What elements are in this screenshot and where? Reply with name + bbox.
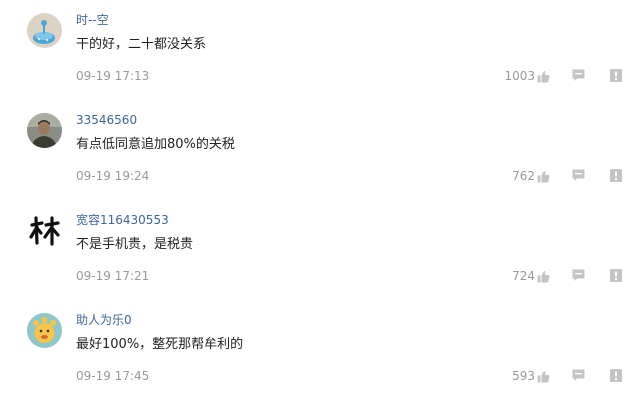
like-button[interactable]: 762: [512, 167, 550, 185]
report-icon[interactable]: [610, 269, 622, 282]
reply-comment-icon[interactable]: [572, 169, 585, 182]
like-count: 1003: [504, 69, 535, 83]
comment-username[interactable]: 33546560: [76, 111, 137, 129]
like-button[interactable]: 593: [512, 367, 550, 385]
comment-time: 09-19 19:24: [76, 169, 150, 183]
thumbs-up-icon: [537, 70, 550, 82]
comment-item: 宽容116430553 不是手机贵，是税贵 09-19 17:21 724: [0, 200, 632, 300]
like-count: 724: [512, 269, 535, 283]
reply-comment-icon[interactable]: [572, 369, 585, 382]
thumbs-up-icon: [537, 270, 550, 282]
comment-time: 09-19 17:13: [76, 69, 150, 83]
comment-username[interactable]: 时--空: [76, 11, 109, 29]
comment-text: 有点低同意追加80%的关税: [76, 137, 235, 152]
comment-username[interactable]: 宽容116430553: [76, 211, 169, 229]
comment-text: 干的好，二十都没关系: [76, 37, 207, 52]
report-icon[interactable]: [610, 169, 622, 182]
like-button[interactable]: 724: [512, 267, 550, 285]
like-count: 593: [512, 369, 535, 383]
report-icon[interactable]: [610, 69, 622, 82]
calligraphy-avatar-icon[interactable]: [27, 213, 62, 248]
reply-comment-icon[interactable]: [572, 269, 585, 282]
like-count: 762: [512, 169, 535, 183]
comment-item: 33546560 有点低同意追加80%的关税 09-19 19:24 762: [0, 100, 632, 200]
reply-comment-icon[interactable]: [572, 69, 585, 82]
comment-username[interactable]: 助人为乐0: [76, 311, 132, 329]
comment-text: 最好100%，整死那帮牟利的: [76, 337, 244, 352]
comment-text: 不是手机贵，是税贵: [76, 237, 194, 252]
cartoon-sun-avatar-icon[interactable]: [27, 313, 62, 348]
report-icon[interactable]: [610, 369, 622, 382]
man-photo-avatar-icon[interactable]: [27, 113, 62, 148]
like-button[interactable]: 1003: [504, 67, 550, 85]
comment-time: 09-19 17:21: [76, 269, 150, 283]
comment-time: 09-19 17:45: [76, 369, 150, 383]
comment-item: 助人为乐0 最好100%，整死那帮牟利的 09-19 17:45 593: [0, 300, 632, 400]
thumbs-up-icon: [537, 170, 550, 182]
blue-cartoon-avatar-icon[interactable]: [27, 13, 62, 48]
comment-item: 时--空 干的好，二十都没关系 09-19 17:13 1003: [0, 0, 632, 100]
thumbs-up-icon: [537, 370, 550, 382]
